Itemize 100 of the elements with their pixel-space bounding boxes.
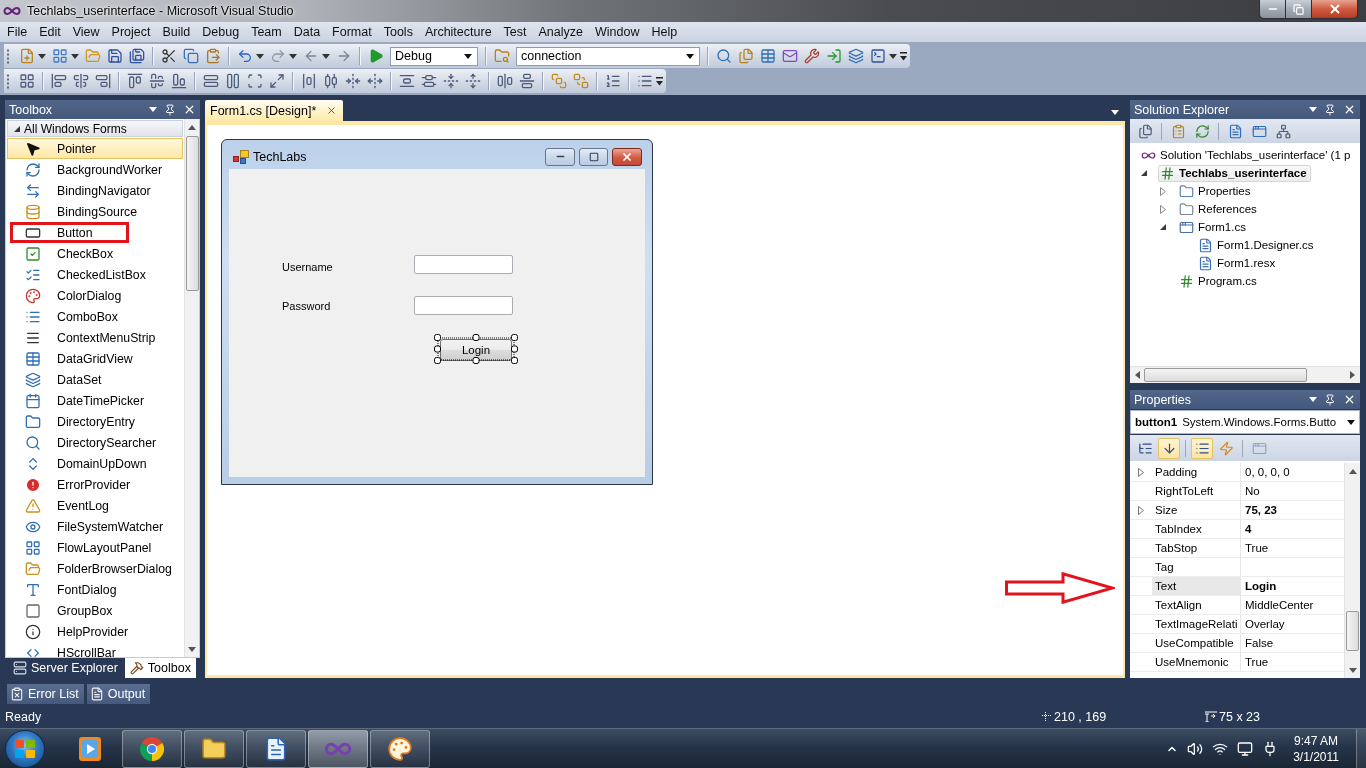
expand-arrow-icon[interactable] <box>1138 467 1144 477</box>
dropdown-arrow-icon[interactable] <box>1309 107 1317 112</box>
dropdown-arrow-icon[interactable] <box>1111 109 1119 115</box>
taskbar-app-button[interactable] <box>184 729 244 768</box>
property-name[interactable]: Padding <box>1152 463 1241 481</box>
toolbox-item[interactable]: HelpProvider <box>7 621 183 642</box>
property-name[interactable]: TabStop <box>1152 539 1241 557</box>
collapsed-arrow-icon[interactable] <box>1160 204 1166 214</box>
toolbox-item[interactable]: ColorDialog <box>7 285 183 306</box>
toolbox-item[interactable]: BackgroundWorker <box>7 159 183 180</box>
dropdown-arrow-icon[interactable] <box>1309 397 1317 402</box>
property-value[interactable]: 0, 0, 0, 0 <box>1241 463 1344 481</box>
tree-item[interactable]: Form1.cs <box>1177 218 1250 236</box>
minimize-button[interactable] <box>1259 0 1286 19</box>
scroll-up-icon[interactable] <box>1348 468 1357 474</box>
close-icon[interactable] <box>183 103 196 116</box>
menu-item[interactable]: Edit <box>33 25 67 39</box>
scroll-thumb[interactable] <box>1144 368 1307 382</box>
toolbox-item[interactable]: CheckedListBox <box>7 264 183 285</box>
property-name[interactable]: UseCompatible <box>1152 634 1241 652</box>
toolbox-item[interactable]: DirectoryEntry <box>7 411 183 432</box>
toolbox-item[interactable]: EventLog <box>7 495 183 516</box>
form-window[interactable]: TechLabs Username Password Login <box>221 139 653 485</box>
scroll-up-icon[interactable] <box>188 124 196 130</box>
tree-item[interactable]: Form1.Designer.cs <box>1196 236 1318 254</box>
menu-item[interactable]: Test <box>497 25 533 39</box>
overflow-icon[interactable] <box>900 51 907 61</box>
property-name[interactable]: Text <box>1152 577 1241 595</box>
property-value[interactable]: 75, 23 <box>1241 501 1344 519</box>
toolbox-item[interactable]: BindingSource <box>7 201 183 222</box>
toolbox-item[interactable]: DomainUpDown <box>7 453 183 474</box>
toolbox-item[interactable]: FolderBrowserDialog <box>7 558 183 579</box>
vertical-scrollbar[interactable] <box>1344 463 1360 678</box>
menu-item[interactable]: Architecture <box>418 25 498 39</box>
toolbox-item[interactable]: DateTimePicker <box>7 390 183 411</box>
toolbox-item[interactable]: ContextMenuStrip <box>7 327 183 348</box>
group-header[interactable]: All Windows Forms <box>7 120 183 137</box>
property-name[interactable]: UseMnemonic <box>1152 653 1241 671</box>
dropdown-arrow-icon[interactable] <box>149 107 157 112</box>
vertical-scrollbar[interactable] <box>184 119 199 657</box>
speaker-icon[interactable] <box>1187 740 1204 757</box>
login-button[interactable]: Login <box>440 339 512 361</box>
toolbox-item[interactable]: BindingNavigator <box>7 180 183 201</box>
pin-icon[interactable] <box>1324 393 1336 406</box>
maximize-button[interactable] <box>579 147 608 166</box>
find-combo[interactable]: connection <box>516 46 700 66</box>
menu-item[interactable]: File <box>1 25 34 39</box>
menu-item[interactable]: Help <box>645 25 684 39</box>
text-field[interactable] <box>414 255 513 274</box>
scroll-left-icon[interactable] <box>1135 371 1140 379</box>
pin-icon[interactable] <box>164 103 176 116</box>
menu-item[interactable]: Analyze <box>532 25 589 39</box>
property-value[interactable]: True <box>1241 653 1344 671</box>
toolbox-item[interactable]: ComboBox <box>7 306 183 327</box>
tree-item[interactable]: References <box>1177 200 1261 218</box>
menu-item[interactable]: Format <box>326 25 378 39</box>
property-value[interactable]: 4 <box>1241 520 1344 538</box>
toolbox-item[interactable]: CheckBox <box>7 243 183 264</box>
menu-item[interactable]: Build <box>156 25 197 39</box>
property-value[interactable]: False <box>1241 634 1344 652</box>
properties-button[interactable] <box>1191 437 1213 459</box>
monitor-icon[interactable] <box>1237 740 1254 757</box>
scroll-down-icon[interactable] <box>188 646 196 652</box>
object-selector[interactable]: button1 System.Windows.Forms.Butto <box>1130 410 1360 434</box>
panel-tab[interactable]: Server Explorer <box>8 658 123 678</box>
property-name[interactable]: Size <box>1152 501 1241 519</box>
menu-item[interactable]: View <box>66 25 106 39</box>
property-value[interactable]: True <box>1241 539 1344 557</box>
property-name[interactable]: Tag <box>1152 558 1241 576</box>
menu-item[interactable]: Data <box>287 25 327 39</box>
close-button[interactable] <box>1311 0 1358 19</box>
taskbar-time[interactable]: 9:47 AM <box>1294 732 1339 749</box>
tool-window-tab[interactable]: Output <box>86 684 151 704</box>
pin-icon[interactable] <box>1324 103 1336 116</box>
close-icon[interactable] <box>326 105 338 116</box>
tool-window-tab[interactable]: Error List <box>7 684 84 704</box>
expanded-arrow-icon[interactable] <box>1160 224 1166 230</box>
property-name[interactable]: TextAlign <box>1152 596 1241 614</box>
property-value[interactable]: MiddleCenter <box>1241 596 1344 614</box>
toolbox-item[interactable]: HScrollBar <box>7 642 183 657</box>
toolbox-item[interactable]: Pointer <box>7 138 183 159</box>
grip-icon[interactable] <box>7 48 10 64</box>
expanded-arrow-icon[interactable] <box>1141 170 1147 176</box>
close-icon[interactable] <box>1343 393 1356 406</box>
grip-icon[interactable] <box>7 73 10 89</box>
close-button[interactable] <box>612 147 642 166</box>
show-desktop-button[interactable] <box>1356 729 1366 768</box>
toolbox-item[interactable]: GroupBox <box>7 600 183 621</box>
toolbox-item[interactable]: FlowLayoutPanel <box>7 537 183 558</box>
alphabetical-button[interactable] <box>1158 437 1180 459</box>
text-field[interactable] <box>414 296 513 315</box>
taskbar-app-button[interactable] <box>122 729 182 768</box>
toolbox-item[interactable]: FontDialog <box>7 579 183 600</box>
menu-item[interactable]: Tools <box>377 25 419 39</box>
selection-handles[interactable] <box>434 334 518 364</box>
property-value[interactable]: No <box>1241 482 1344 500</box>
toolbox-item[interactable]: DataGridView <box>7 348 183 369</box>
toolbox-item[interactable]: FileSystemWatcher <box>7 516 183 537</box>
property-name[interactable]: TextImageRelati <box>1152 615 1241 633</box>
configuration-dropdown[interactable]: Debug <box>390 46 478 66</box>
